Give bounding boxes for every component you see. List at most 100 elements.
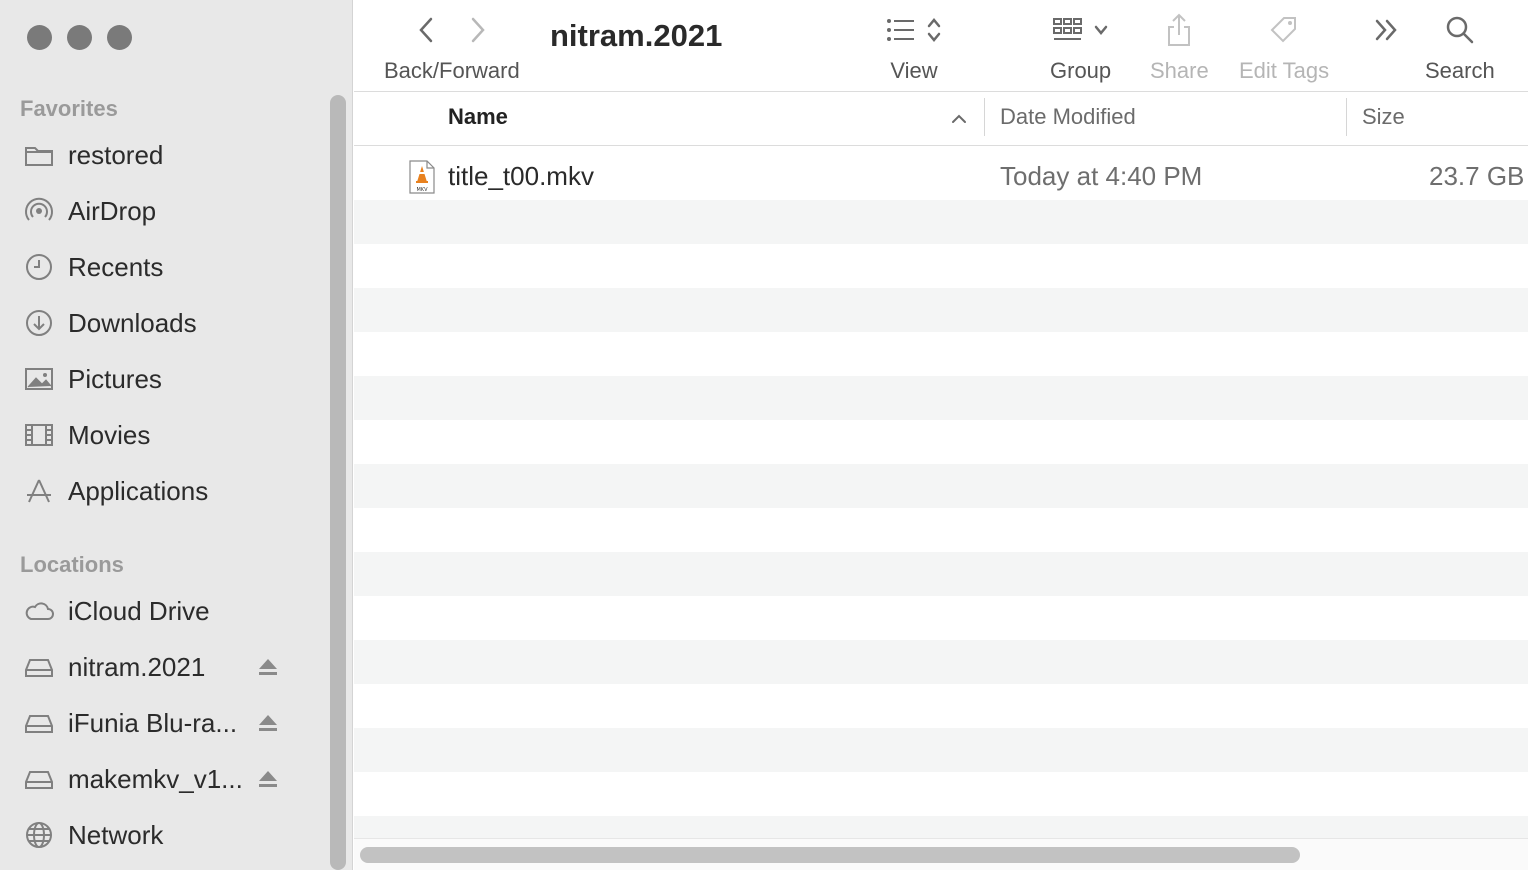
file-size: 23.7 GB — [1429, 161, 1525, 191]
empty-row — [354, 684, 1528, 728]
more-toolbar-button[interactable] — [1372, 8, 1402, 52]
empty-row — [354, 640, 1528, 684]
forward-chevron-icon[interactable] — [469, 15, 487, 45]
search-button[interactable]: Search — [1425, 8, 1495, 84]
empty-row — [354, 772, 1528, 816]
eject-icon[interactable] — [256, 655, 280, 679]
sidebar-item-airdrop[interactable]: AirDrop — [20, 187, 310, 235]
back-chevron-icon[interactable] — [417, 15, 435, 45]
column-name-header[interactable]: Name — [448, 104, 508, 130]
sort-ascending-icon — [952, 114, 966, 123]
column-header: Name Date Modified Size — [354, 92, 1528, 146]
sidebar-scrollbar[interactable] — [330, 95, 346, 870]
sidebar-item-downloads[interactable]: Downloads — [20, 299, 310, 347]
zoom-button[interactable] — [107, 25, 132, 50]
file-row[interactable]: MKV title_t00.mkv Today at 4:40 PM 23.7 … — [354, 147, 1528, 200]
close-button[interactable] — [27, 25, 52, 50]
sidebar-item-label: makemkv_v1... — [68, 763, 243, 794]
sidebar-item-label: Applications — [68, 475, 209, 506]
drive-icon — [24, 652, 62, 682]
sidebar-item-movies[interactable]: Movies — [20, 411, 310, 459]
empty-row — [354, 332, 1528, 376]
file-list: MKV title_t00.mkv Today at 4:40 PM 23.7 … — [354, 147, 1528, 839]
sidebar-item-label: Downloads — [68, 307, 197, 338]
file-name: title_t00.mkv — [448, 161, 594, 191]
toolbar: Back/Forward nitram.2021 View Group Shar… — [354, 0, 1528, 92]
chevron-down-icon — [1094, 25, 1107, 35]
eject-icon[interactable] — [256, 767, 280, 791]
empty-row — [354, 552, 1528, 596]
column-divider[interactable] — [984, 98, 985, 136]
tag-icon — [1270, 17, 1297, 43]
double-chevron-right-icon — [1375, 19, 1397, 41]
window-title: nitram.2021 — [550, 18, 723, 53]
drive-icon — [24, 764, 62, 794]
group-label: Group — [1050, 58, 1112, 83]
eject-icon[interactable] — [256, 711, 280, 735]
sidebar-item-label: Pictures — [68, 363, 162, 394]
sidebar-item-network[interactable]: Network — [20, 811, 310, 859]
file-date-modified: Today at 4:40 PM — [1000, 161, 1203, 191]
svg-text:MKV: MKV — [416, 187, 428, 193]
list-view-icon — [887, 19, 914, 41]
back-forward-control: Back/Forward — [384, 8, 520, 84]
sidebar-item-pictures[interactable]: Pictures — [20, 355, 310, 403]
sidebar-item-restored[interactable]: restored — [20, 131, 310, 179]
sidebar-item-ifunia[interactable]: iFunia Blu-ra... — [20, 699, 310, 747]
sidebar-item-label: Movies — [68, 419, 151, 450]
share-button[interactable]: Share — [1150, 8, 1209, 84]
empty-row — [354, 288, 1528, 332]
drive-icon — [24, 708, 62, 738]
sidebar-item-label: Recents — [68, 251, 164, 282]
group-grid-icon — [1052, 18, 1082, 40]
folder-icon — [24, 140, 62, 170]
sidebar-item-label: nitram.2021 — [68, 651, 206, 682]
clock-icon — [24, 252, 62, 282]
edit-tags-label: Edit Tags — [1239, 58, 1330, 83]
sidebar: Favorites restored AirDrop Recents Downl… — [0, 0, 353, 870]
column-date-modified-header[interactable]: Date Modified — [1000, 104, 1136, 130]
favorites-header: Favorites — [20, 96, 118, 121]
horizontal-scrollbar-thumb[interactable] — [360, 847, 1300, 863]
locations-header: Locations — [20, 552, 124, 577]
sidebar-item-applications[interactable]: Applications — [20, 467, 310, 515]
minimize-button[interactable] — [67, 25, 92, 50]
share-icon — [1168, 13, 1191, 46]
view-button[interactable]: View — [886, 8, 942, 84]
sidebar-item-recents[interactable]: Recents — [20, 243, 310, 291]
airdrop-icon — [24, 196, 62, 226]
empty-row — [354, 464, 1528, 508]
mkv-file-icon: MKV — [409, 160, 435, 194]
group-button[interactable]: Group — [1050, 8, 1111, 84]
back-forward-label: Back/Forward — [384, 58, 520, 83]
empty-row — [354, 376, 1528, 420]
column-size-header[interactable]: Size — [1362, 104, 1405, 130]
horizontal-scrollbar[interactable] — [354, 838, 1528, 870]
search-icon — [1446, 16, 1474, 44]
download-icon — [24, 308, 62, 338]
up-down-chevron-icon — [927, 18, 941, 42]
empty-row — [354, 596, 1528, 640]
sidebar-item-label: AirDrop — [68, 195, 157, 226]
empty-row — [354, 244, 1528, 288]
film-icon — [24, 420, 62, 450]
empty-row — [354, 420, 1528, 464]
search-label: Search — [1425, 58, 1495, 83]
sidebar-item-label: iCloud Drive — [68, 595, 210, 626]
sidebar-item-label: Network — [68, 819, 164, 850]
applications-icon — [24, 476, 62, 506]
sidebar-item-label: iFunia Blu-ra... — [68, 707, 238, 738]
column-divider[interactable] — [1346, 98, 1347, 136]
finder-window: Favorites restored AirDrop Recents Downl… — [0, 0, 1528, 870]
empty-row — [354, 508, 1528, 552]
cloud-icon — [24, 596, 62, 626]
empty-row — [354, 816, 1528, 839]
sidebar-item-icloud-drive[interactable]: iCloud Drive — [20, 587, 310, 635]
sidebar-item-makemkv[interactable]: makemkv_v1... — [20, 755, 310, 803]
edit-tags-button[interactable]: Edit Tags — [1239, 8, 1329, 84]
empty-row — [354, 200, 1528, 244]
photo-icon — [24, 364, 62, 394]
view-label: View — [890, 58, 938, 83]
window-controls — [27, 25, 132, 50]
sidebar-item-nitram-2021[interactable]: nitram.2021 — [20, 643, 310, 691]
